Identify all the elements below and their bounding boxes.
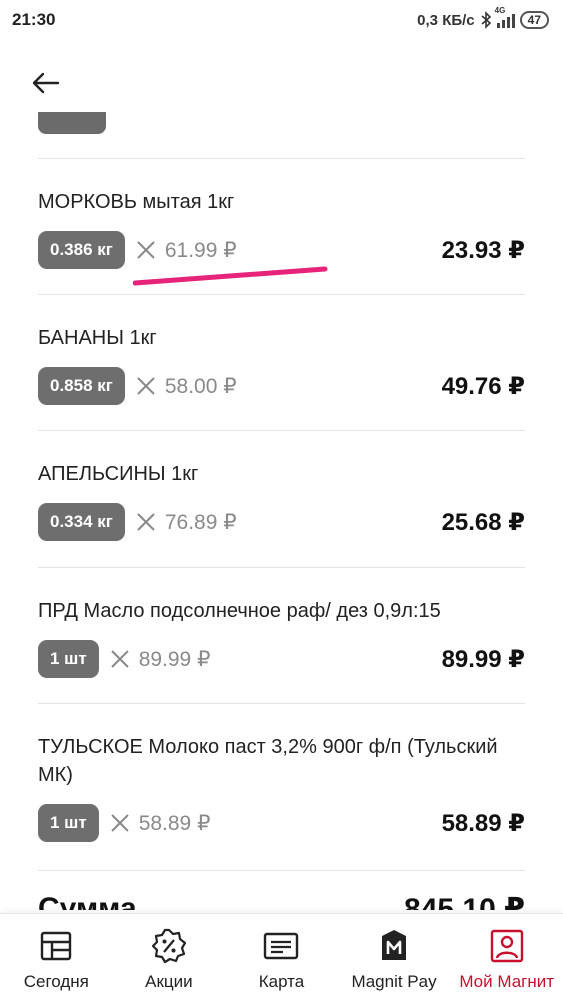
unit-price: 76.89 ₽	[164, 510, 237, 534]
nav-item-today[interactable]: Сегодня	[0, 914, 113, 1000]
status-indicators: 0,3 КБ/с 4G 47	[417, 6, 549, 29]
nav-label: Мой Магнит	[459, 972, 555, 991]
divider	[38, 703, 525, 704]
quantity-badge: 0.858 кг	[38, 367, 125, 405]
item-total: 58.89 ₽	[441, 809, 525, 837]
list-item: АПЕЛЬСИНЫ 1кг 0.334 кг 76.89 ₽ 25.68 ₽	[38, 460, 525, 570]
item-name: БАНАНЫ 1кг	[38, 327, 157, 349]
sum-value: 845.10 ₽	[404, 893, 525, 910]
list-item: БАНАНЫ 1кг 0.858 кг 58.00 ₽ 49.76 ₽	[38, 324, 525, 434]
list-item: МОРКОВЬ мытая 1кг 0.386 кг 61.99 ₽ 23.93…	[38, 188, 525, 298]
battery-icon: 47	[519, 11, 549, 29]
item-price-row: 1 шт 58.89 ₽ 58.89 ₽	[38, 804, 525, 842]
divider	[38, 158, 525, 159]
item-price-row: 0.858 кг 58.00 ₽ 49.76 ₽	[38, 367, 525, 405]
divider	[38, 430, 525, 431]
sum-row: Сумма 845.10 ₽	[38, 892, 525, 910]
sum-label: Сумма	[38, 892, 137, 910]
status-time: 21:30	[12, 10, 56, 29]
back-button[interactable]	[28, 66, 62, 100]
quantity-badge: 0.334 кг	[38, 503, 125, 541]
quantity-badge: 0.386 кг	[38, 231, 125, 269]
item-price-row: 0.386 кг 61.99 ₽ 23.93 ₽	[38, 231, 525, 269]
signal-icon: 4G	[495, 6, 515, 28]
multiply-icon	[137, 241, 155, 259]
multiply-icon	[110, 814, 129, 832]
unit-price: 61.99 ₽	[164, 238, 237, 262]
item-name: АПЕЛЬСИНЫ 1кг	[38, 463, 199, 485]
magnit-pay-icon	[382, 930, 407, 960]
bottom-nav: Сегодня Акции Карта Magnit Pay Мой Магни…	[0, 913, 563, 1000]
today-icon	[41, 931, 72, 961]
nav-label: Сегодня	[23, 972, 89, 991]
nav-item-magnit-pay[interactable]: Magnit Pay	[338, 914, 451, 1000]
nav-label: Magnit Pay	[351, 972, 437, 991]
item-name: ТУЛЬСКОЕ Молоко паст 3,2% 900г ф/п (Туль…	[38, 736, 498, 786]
quantity-badge: 1 шт	[38, 804, 99, 842]
network-speed: 0,3 КБ/с	[417, 11, 475, 29]
receipt-list[interactable]: МОРКОВЬ мытая 1кг 0.386 кг 61.99 ₽ 23.93…	[0, 110, 563, 910]
unit-price: 58.00 ₽	[164, 374, 237, 398]
network-type: 4G	[494, 6, 506, 15]
item-name: МОРКОВЬ мытая 1кг	[38, 191, 235, 213]
arrow-left-icon	[32, 72, 60, 94]
item-total: 89.99 ₽	[441, 645, 525, 673]
item-total: 23.93 ₽	[441, 236, 525, 264]
previous-item-badge	[38, 112, 106, 134]
item-name: ПРД Масло подсолнечное раф/ дез 0,9л:15	[38, 600, 441, 622]
divider	[38, 567, 525, 568]
multiply-icon	[110, 650, 129, 668]
unit-price: 89.99 ₽	[138, 647, 211, 671]
nav-label: Карта	[258, 972, 305, 991]
card-icon	[264, 932, 299, 960]
nav-item-my-magnit[interactable]: Мой Магнит	[450, 914, 563, 1000]
item-price-row: 1 шт 89.99 ₽ 89.99 ₽	[38, 640, 525, 678]
item-total: 49.76 ₽	[441, 372, 525, 400]
multiply-icon	[137, 377, 155, 395]
item-total: 25.68 ₽	[441, 508, 525, 536]
multiply-icon	[137, 513, 155, 531]
unit-price: 58.89 ₽	[138, 811, 211, 835]
list-item: ПРД Масло подсолнечное раф/ дез 0,9л:15 …	[38, 597, 525, 707]
item-price-row: 0.334 кг 76.89 ₽ 25.68 ₽	[38, 503, 525, 541]
nav-item-card[interactable]: Карта	[225, 914, 338, 1000]
quantity-badge: 1 шт	[38, 640, 99, 678]
status-bar: 21:30 0,3 КБ/с 4G 47	[0, 0, 563, 40]
discount-icon	[151, 928, 186, 964]
nav-label: Акции	[145, 972, 193, 991]
profile-icon	[490, 929, 523, 963]
list-item: ТУЛЬСКОЕ Молоко паст 3,2% 900г ф/п (Туль…	[38, 733, 525, 873]
nav-item-promotions[interactable]: Акции	[113, 914, 226, 1000]
divider	[38, 294, 525, 295]
divider	[38, 870, 525, 871]
bluetooth-icon	[481, 11, 491, 29]
